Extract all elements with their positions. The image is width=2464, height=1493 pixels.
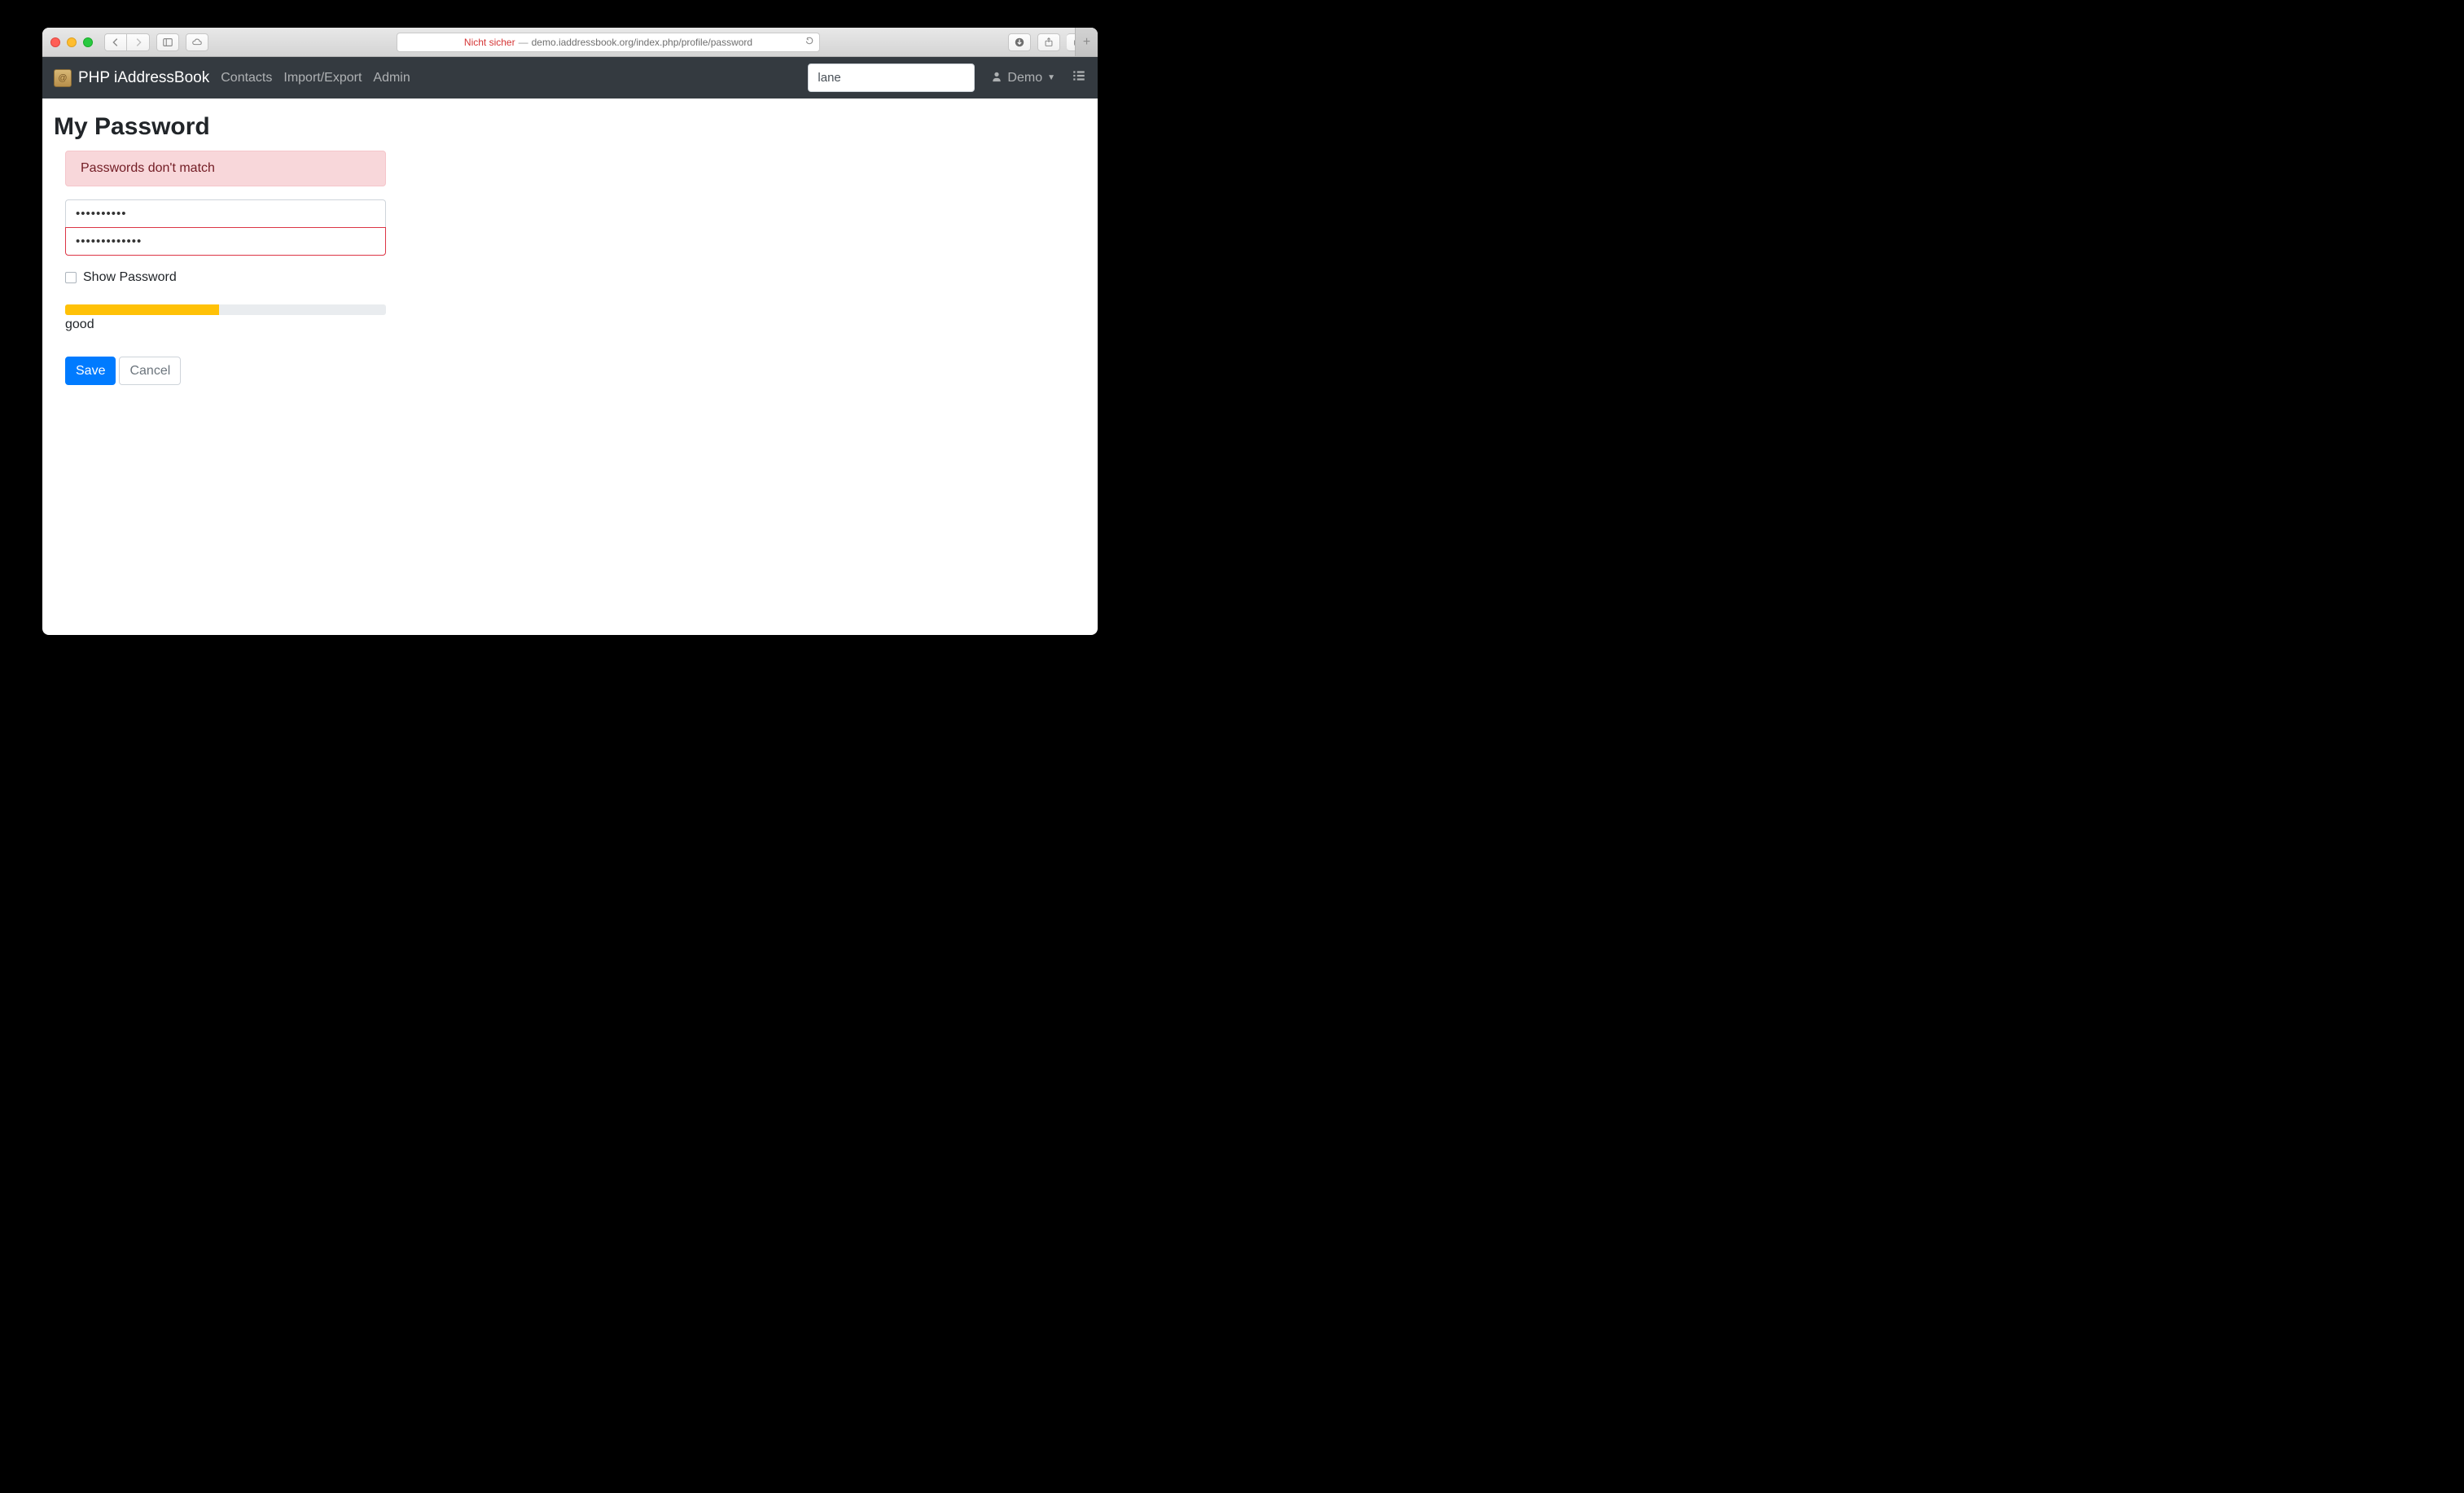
list-toggle-button[interactable] — [1072, 68, 1086, 87]
sidebar-toggle-button[interactable] — [156, 33, 179, 51]
nav-link-admin[interactable]: Admin — [373, 71, 410, 85]
save-button[interactable]: Save — [65, 357, 116, 385]
password-confirm-field[interactable] — [65, 227, 386, 256]
page-content: My Password Passwords don't match Show P… — [42, 99, 1098, 400]
brand-label: PHP iAddressBook — [78, 69, 209, 87]
download-icon — [1014, 37, 1025, 48]
chevron-left-icon — [110, 37, 121, 48]
address-bar-container: Nicht sicher — demo.iaddressbook.org/ind… — [215, 33, 1002, 52]
cloud-icon — [191, 37, 203, 48]
share-icon — [1043, 37, 1054, 48]
share-button[interactable] — [1037, 33, 1060, 51]
window-controls — [50, 37, 93, 47]
minimize-window-button[interactable] — [67, 37, 77, 47]
new-tab-button[interactable]: + — [1075, 28, 1098, 56]
show-password-label: Show Password — [83, 270, 177, 285]
error-alert: Passwords don't match — [65, 151, 386, 186]
reload-button[interactable] — [805, 36, 814, 48]
nav-link-contacts[interactable]: Contacts — [221, 71, 272, 85]
address-separator: — — [519, 37, 528, 48]
forward-button[interactable] — [127, 33, 150, 51]
browser-window: Nicht sicher — demo.iaddressbook.org/ind… — [42, 28, 1098, 635]
search-input[interactable] — [808, 63, 975, 92]
downloads-button[interactable] — [1008, 33, 1031, 51]
reload-icon — [805, 36, 814, 46]
address-bar[interactable]: Nicht sicher — demo.iaddressbook.org/ind… — [397, 33, 820, 52]
sidebar-icon — [162, 37, 173, 48]
nav-back-forward — [104, 33, 150, 51]
password-field[interactable] — [65, 199, 386, 228]
show-password-checkbox[interactable] — [65, 272, 77, 283]
page-title: My Password — [54, 113, 1086, 141]
password-form: Passwords don't match Show Password good… — [65, 151, 386, 385]
chevron-right-icon — [133, 37, 144, 48]
back-button[interactable] — [104, 33, 127, 51]
plus-icon: + — [1083, 35, 1090, 50]
strength-label: good — [65, 317, 386, 332]
chevron-down-icon: ▼ — [1047, 73, 1055, 82]
strength-meter-bar — [65, 304, 219, 315]
brand[interactable]: PHP iAddressBook — [54, 69, 209, 87]
list-icon — [1072, 68, 1086, 83]
user-menu[interactable]: Demo ▼ — [991, 71, 1055, 85]
security-status: Nicht sicher — [464, 37, 515, 48]
browser-titlebar: Nicht sicher — demo.iaddressbook.org/ind… — [42, 28, 1098, 57]
page-url: demo.iaddressbook.org/index.php/profile/… — [532, 37, 753, 48]
brand-icon — [54, 69, 72, 87]
icloud-tabs-button[interactable] — [186, 33, 208, 51]
user-label: Demo — [1007, 71, 1042, 85]
close-window-button[interactable] — [50, 37, 60, 47]
strength-meter — [65, 304, 386, 315]
nav-links: Contacts Import/Export Admin — [221, 71, 410, 85]
nav-link-import-export[interactable]: Import/Export — [283, 71, 362, 85]
show-password-row: Show Password — [65, 270, 386, 285]
fullscreen-window-button[interactable] — [83, 37, 93, 47]
cancel-button[interactable]: Cancel — [119, 357, 181, 385]
app-navbar: PHP iAddressBook Contacts Import/Export … — [42, 57, 1098, 99]
form-buttons: Save Cancel — [65, 357, 386, 385]
user-icon — [991, 71, 1002, 85]
